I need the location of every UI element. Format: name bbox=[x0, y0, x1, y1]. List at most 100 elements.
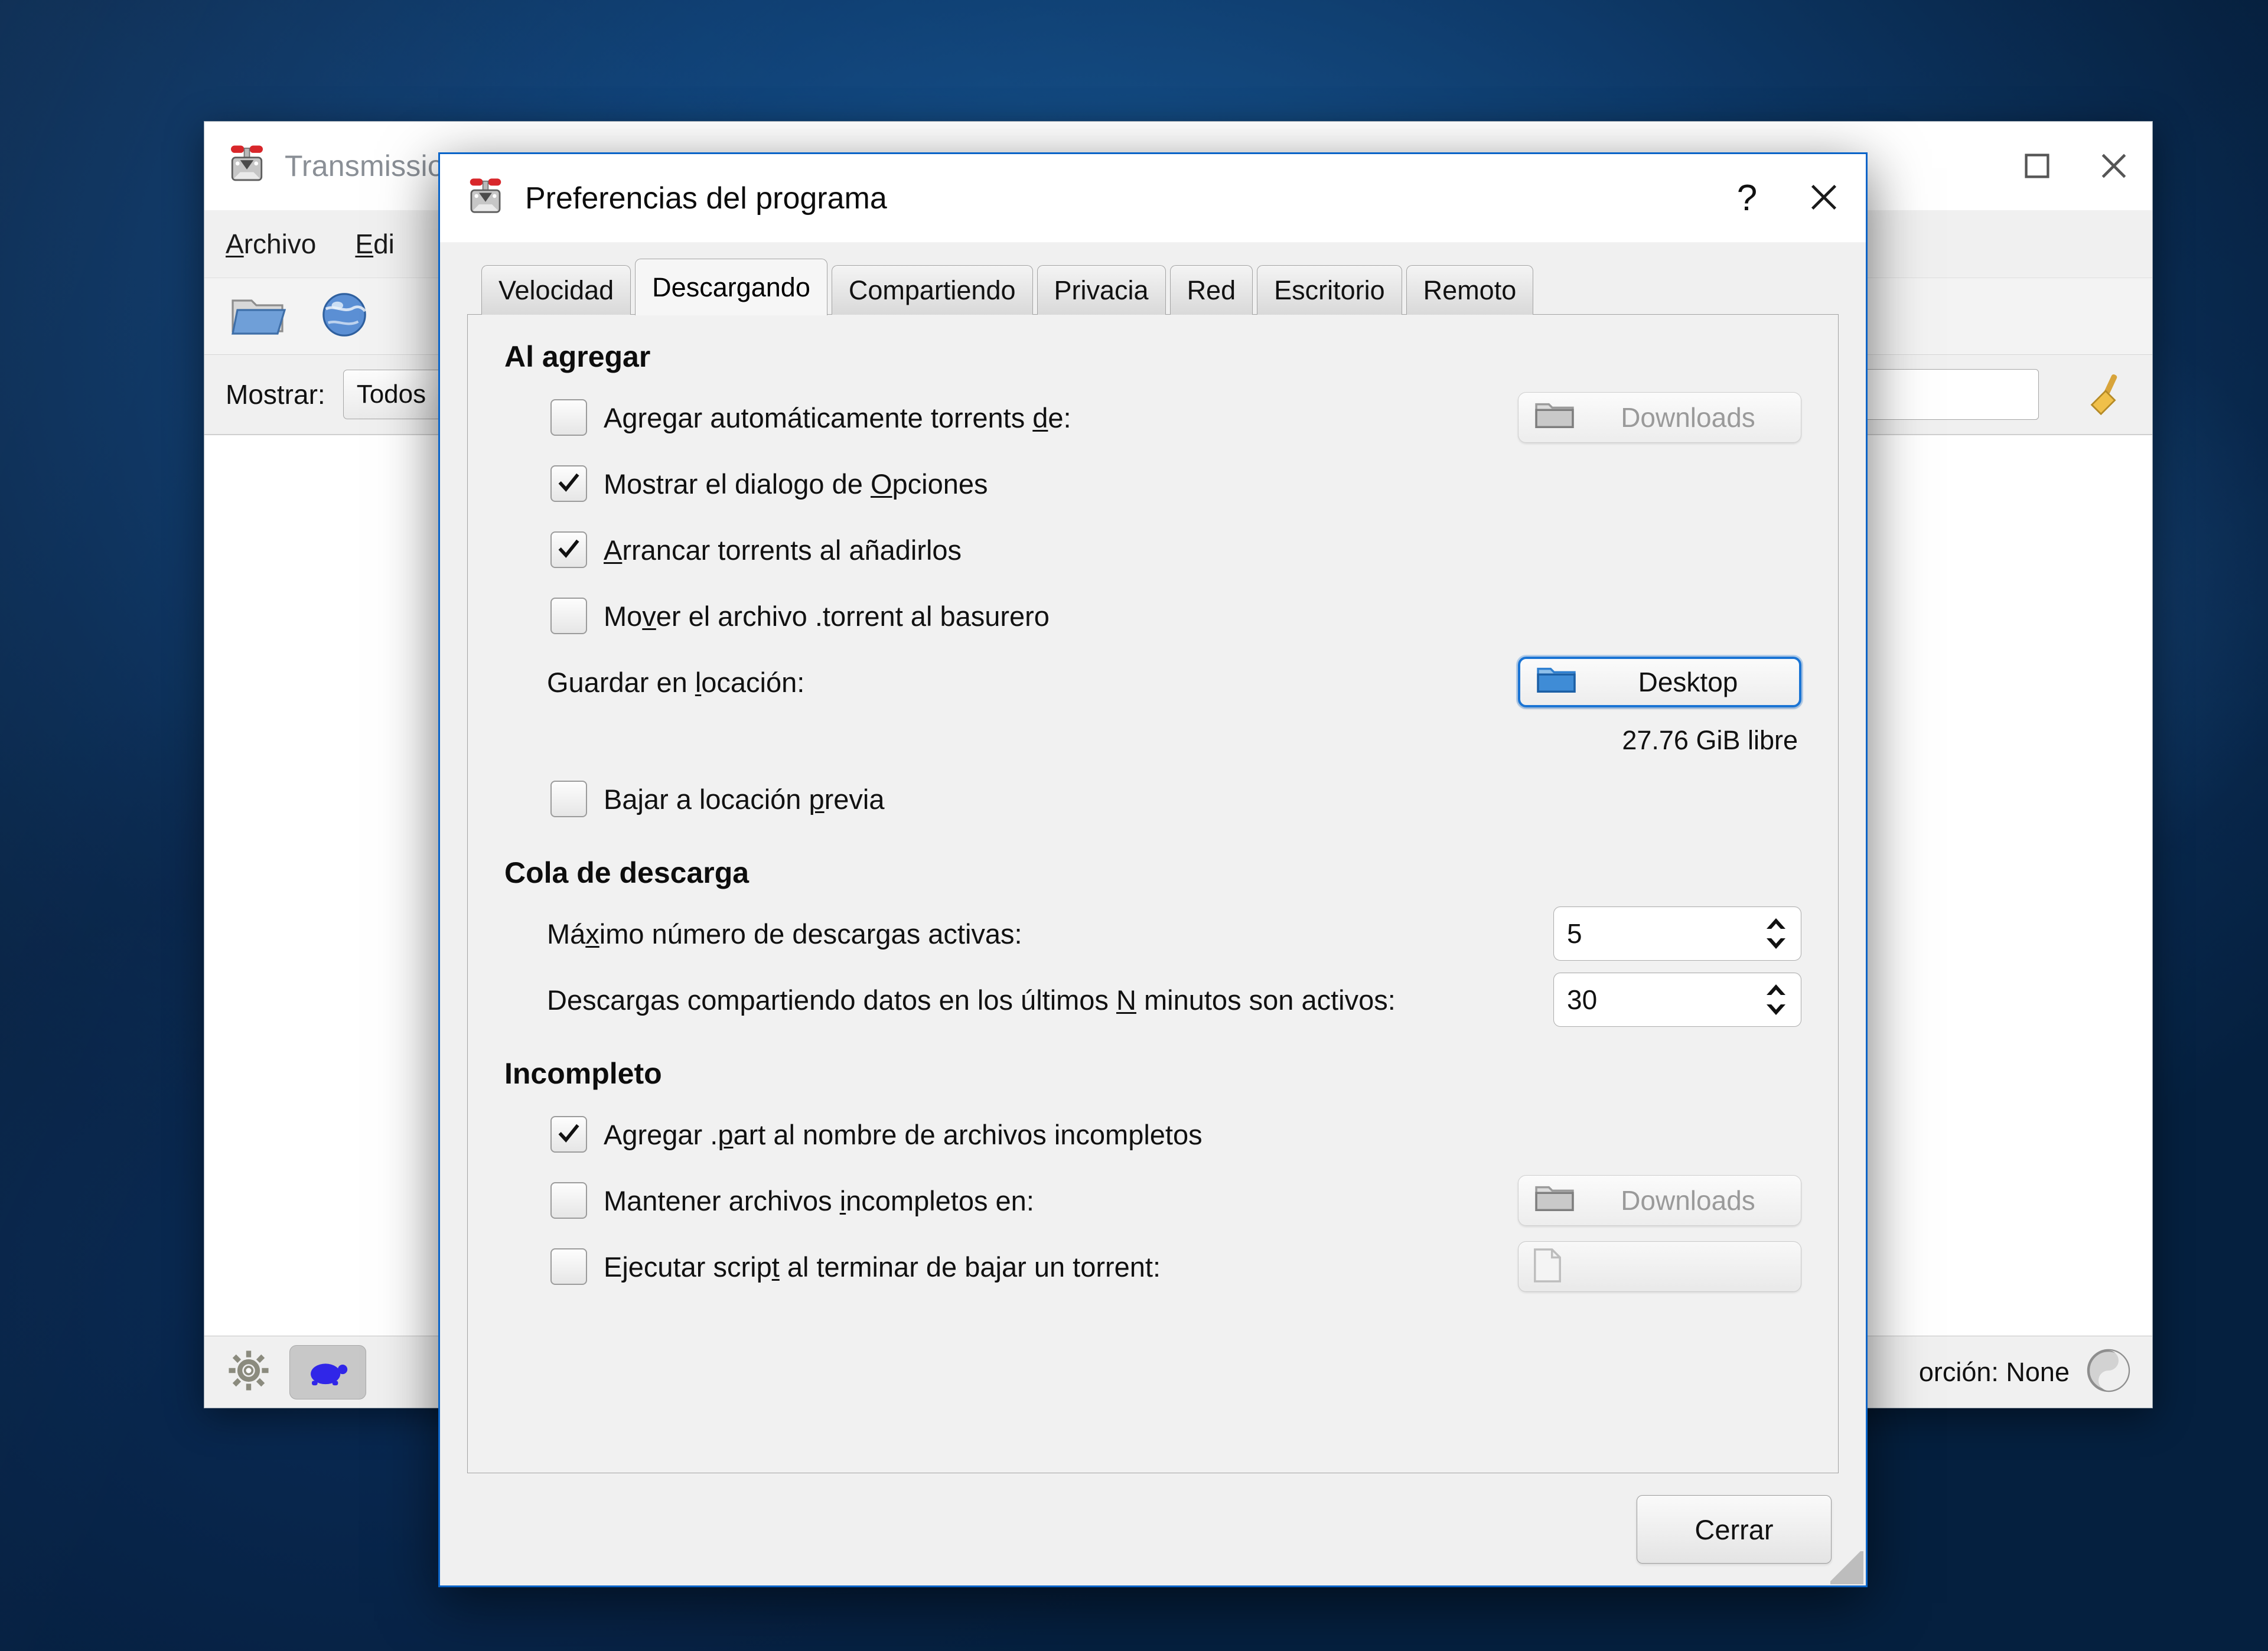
checkbox-incomplete-dir[interactable] bbox=[550, 1182, 587, 1219]
group-header-incomplete: Incompleto bbox=[504, 1057, 662, 1090]
preferences-dialog: Preferencias del programa ? Velocidad De… bbox=[438, 152, 1868, 1587]
row-start-on-add: Arrancar torrents al añadirlos bbox=[504, 517, 1801, 583]
label-previous-location: Bajar a locación previa bbox=[604, 783, 885, 815]
menu-editar[interactable]: Edi bbox=[355, 228, 395, 260]
help-button[interactable]: ? bbox=[1709, 154, 1785, 243]
question-mark-icon: ? bbox=[1736, 178, 1758, 218]
check-icon bbox=[555, 1120, 582, 1150]
tab-compartiendo[interactable]: Compartiendo bbox=[831, 265, 1033, 315]
spinner-arrows-icon[interactable] bbox=[1764, 983, 1788, 1016]
label-max-active: Máximo número de descargas activas: bbox=[547, 918, 1022, 950]
tab-velocidad[interactable]: Velocidad bbox=[481, 265, 631, 315]
broom-icon[interactable] bbox=[2080, 368, 2131, 422]
tab-label: Velocidad bbox=[498, 275, 614, 305]
max-active-spinner[interactable]: 5 bbox=[1553, 906, 1801, 961]
row-free-space: 27.76 GiB libre bbox=[504, 715, 1801, 766]
tab-privacia[interactable]: Privacia bbox=[1037, 265, 1166, 315]
label-part-suffix: Agregar .part al nombre de archivos inco… bbox=[604, 1118, 1203, 1150]
prefs-title: Preferencias del programa bbox=[525, 181, 887, 216]
save-location-label: Desktop bbox=[1638, 667, 1738, 697]
globe-icon[interactable] bbox=[319, 289, 370, 343]
row-part-suffix: Agregar .part al nombre de archivos inco… bbox=[504, 1101, 1801, 1167]
row-incomplete-dir: Mantener archivos incompletos en: Downlo… bbox=[504, 1167, 1801, 1234]
spinner-arrows-icon[interactable] bbox=[1764, 917, 1788, 950]
tab-label: Escritorio bbox=[1274, 275, 1385, 305]
close-dialog-button[interactable]: Cerrar bbox=[1637, 1495, 1832, 1564]
open-folder-icon[interactable] bbox=[230, 291, 287, 341]
checkbox-previous-location[interactable] bbox=[550, 781, 587, 817]
checkbox-show-options-dialog[interactable] bbox=[550, 465, 587, 502]
tab-label: Compartiendo bbox=[848, 275, 1016, 305]
label-trash-torrent: Mover el archivo .torrent al basurero bbox=[604, 600, 1050, 632]
save-location-button[interactable]: Desktop bbox=[1518, 657, 1801, 707]
label-show-options-dialog: Mostrar el dialogo de Opciones bbox=[604, 468, 988, 500]
tab-label: Privacia bbox=[1054, 275, 1149, 305]
row-stalled-minutes: Descargas compartiendo datos en los últi… bbox=[504, 967, 1801, 1033]
group-header-queue: Cola de descarga bbox=[504, 856, 750, 889]
square-icon bbox=[2022, 151, 2052, 181]
turtle-icon bbox=[305, 1355, 351, 1389]
auto-add-folder-label: Downloads bbox=[1621, 402, 1755, 433]
file-icon bbox=[1531, 1247, 1563, 1287]
label-start-on-add: Arrancar torrents al añadirlos bbox=[604, 534, 962, 566]
ratio-status-text: orción: None bbox=[1918, 1356, 2070, 1387]
folder-icon-blue bbox=[1536, 662, 1577, 703]
label-save-location: Guardar en locación: bbox=[547, 666, 805, 698]
tab-panel-descargando: Al agregar Agregar automáticamente torre… bbox=[467, 314, 1839, 1473]
folder-icon-gray bbox=[1534, 1180, 1575, 1221]
checkbox-trash-torrent[interactable] bbox=[550, 598, 587, 634]
checkbox-run-script[interactable] bbox=[550, 1248, 587, 1285]
prefs-close-button[interactable] bbox=[1785, 154, 1862, 243]
close-x-icon bbox=[2097, 149, 2130, 182]
yin-yang-icon[interactable] bbox=[2085, 1347, 2132, 1397]
filter-label: Mostrar: bbox=[226, 379, 325, 410]
main-window-controls bbox=[1999, 122, 2152, 210]
row-max-active: Máximo número de descargas activas: 5 bbox=[504, 900, 1801, 967]
prefs-tabstrip: Velocidad Descargando Compartiendo Priva… bbox=[467, 258, 1839, 315]
main-window-title: Transmission bbox=[285, 149, 461, 182]
max-active-value: 5 bbox=[1567, 918, 1582, 949]
tab-label: Red bbox=[1187, 275, 1236, 305]
tab-red[interactable]: Red bbox=[1169, 265, 1253, 315]
label-run-script: Ejecutar script al terminar de bajar un … bbox=[604, 1251, 1161, 1283]
auto-add-folder-button[interactable]: Downloads bbox=[1518, 392, 1801, 443]
transmission-icon bbox=[226, 143, 268, 188]
tab-escritorio[interactable]: Escritorio bbox=[1257, 265, 1402, 315]
close-button[interactable] bbox=[2075, 122, 2152, 210]
label-incomplete-dir: Mantener archivos incompletos en: bbox=[604, 1185, 1034, 1216]
close-dialog-label: Cerrar bbox=[1695, 1513, 1774, 1545]
tab-label: Descargando bbox=[652, 272, 810, 302]
gear-icon[interactable] bbox=[224, 1346, 273, 1398]
prefs-titlebar: Preferencias del programa ? bbox=[440, 154, 1866, 243]
tab-descargando[interactable]: Descargando bbox=[635, 259, 827, 315]
checkbox-start-on-add[interactable] bbox=[550, 531, 587, 568]
stalled-minutes-value: 30 bbox=[1567, 984, 1598, 1015]
prefs-footer: Cerrar bbox=[440, 1473, 1866, 1585]
label-stalled-minutes: Descargas compartiendo datos en los últi… bbox=[547, 984, 1396, 1016]
row-save-location: Guardar en locación: Desktop bbox=[504, 649, 1801, 715]
checkbox-auto-add[interactable] bbox=[550, 399, 587, 436]
incomplete-dir-label: Downloads bbox=[1621, 1185, 1755, 1216]
prefs-window-controls: ? bbox=[1709, 154, 1862, 243]
check-icon bbox=[555, 535, 582, 565]
transmission-icon bbox=[465, 176, 506, 220]
free-space-text: 27.76 GiB libre bbox=[1622, 725, 1798, 755]
row-run-script: Ejecutar script al terminar de bajar un … bbox=[504, 1234, 1801, 1300]
folder-icon-gray bbox=[1534, 397, 1575, 438]
run-script-file-button[interactable] bbox=[1518, 1241, 1801, 1292]
maximize-button[interactable] bbox=[1999, 122, 2075, 210]
tab-remoto[interactable]: Remoto bbox=[1406, 265, 1534, 315]
checkbox-part-suffix[interactable] bbox=[550, 1116, 587, 1153]
row-previous-location: Bajar a locación previa bbox=[504, 766, 1801, 832]
menu-archivo[interactable]: AArchivorchivo bbox=[226, 228, 316, 260]
turtle-mode-button[interactable] bbox=[289, 1345, 366, 1399]
tab-label: Remoto bbox=[1423, 275, 1517, 305]
incomplete-dir-button[interactable]: Downloads bbox=[1518, 1175, 1801, 1226]
label-auto-add: Agregar automáticamente torrents de: bbox=[604, 402, 1071, 433]
close-x-icon bbox=[1807, 180, 1841, 217]
row-trash-torrent: Mover el archivo .torrent al basurero bbox=[504, 583, 1801, 649]
row-auto-add: Agregar automáticamente torrents de: Dow… bbox=[504, 384, 1801, 451]
stalled-minutes-spinner[interactable]: 30 bbox=[1553, 973, 1801, 1027]
filter-combo-value: Todos bbox=[356, 380, 426, 409]
resize-grip[interactable] bbox=[1830, 1551, 1863, 1584]
